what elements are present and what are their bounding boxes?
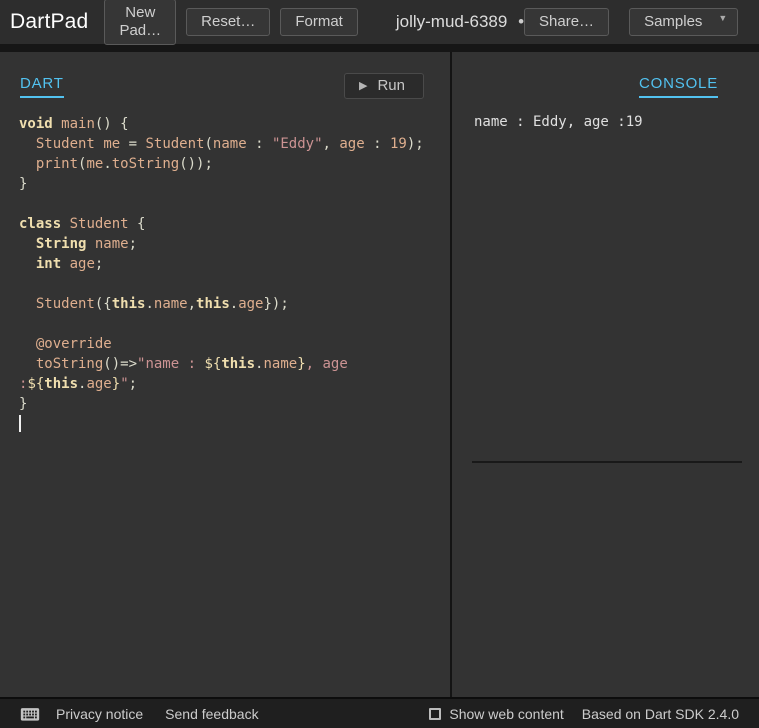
samples-label: Samples [644,13,703,30]
privacy-notice-link[interactable]: Privacy notice [56,706,143,722]
run-button[interactable]: ▶ Run [344,73,424,99]
code-line [19,414,444,434]
app-header: DartPad New Pad… Reset… Format jolly-mud… [0,0,759,45]
code-line: String name; [35,236,138,252]
code-line: } [19,396,28,412]
pad-title: jolly-mud-6389 • [396,12,524,32]
sdk-version-label: Based on Dart SDK 2.4.0 [581,705,739,722]
tab-console[interactable]: CONSOLE [639,75,718,98]
code-line: :${this.age}"; [19,376,138,392]
editor-panel-header: DART ▶ Run [0,52,450,100]
text-cursor [19,415,21,432]
run-button-label: Run [377,77,405,94]
pad-title-text: jolly-mud-6389 [395,12,508,31]
show-web-content-checkbox[interactable] [429,707,442,720]
format-button[interactable]: Format [280,8,358,36]
code-line: } [19,176,28,192]
samples-dropdown[interactable]: Samples ▼ [629,8,739,36]
panel-splitter[interactable] [472,461,742,463]
new-pad-button[interactable]: New Pad… [104,0,177,45]
show-web-content-label: Show web content [449,705,564,722]
code-line: toString()=>"name : ${this.name}, age [35,356,348,372]
tab-dart[interactable]: DART [20,75,64,98]
code-line: Student({this.name,this.age}); [35,296,289,312]
keyboard-icon[interactable] [20,706,40,722]
app-footer: Privacy notice Send feedback Show web co… [0,697,759,728]
dartpad-logo: DartPad [10,10,89,33]
share-button[interactable]: Share… [524,8,610,36]
code-line: class Student { [19,216,146,232]
code-line: void main() { [19,116,129,132]
console-output: name : Eddy, age :19 [474,114,643,130]
code-line: Student me = Student(name : "Eddy", age … [35,136,424,152]
chevron-down-icon: ▼ [718,13,728,23]
reset-button[interactable]: Reset… [186,8,271,36]
code-editor[interactable]: void main() { Student me = Student(name … [0,114,450,434]
console-panel: CONSOLE name : Eddy, age :19 [450,52,759,697]
code-line: print(me.toString()); [35,156,213,172]
code-line: @override [35,336,112,352]
console-panel-header: CONSOLE [452,52,759,100]
header-divider [0,44,759,52]
editor-panel: DART ▶ Run void main() { Student me = St… [0,52,450,697]
code-line: int age; [35,256,104,272]
play-icon: ▶ [359,80,368,92]
send-feedback-link[interactable]: Send feedback [165,706,258,722]
main-area: DART ▶ Run void main() { Student me = St… [0,52,759,697]
